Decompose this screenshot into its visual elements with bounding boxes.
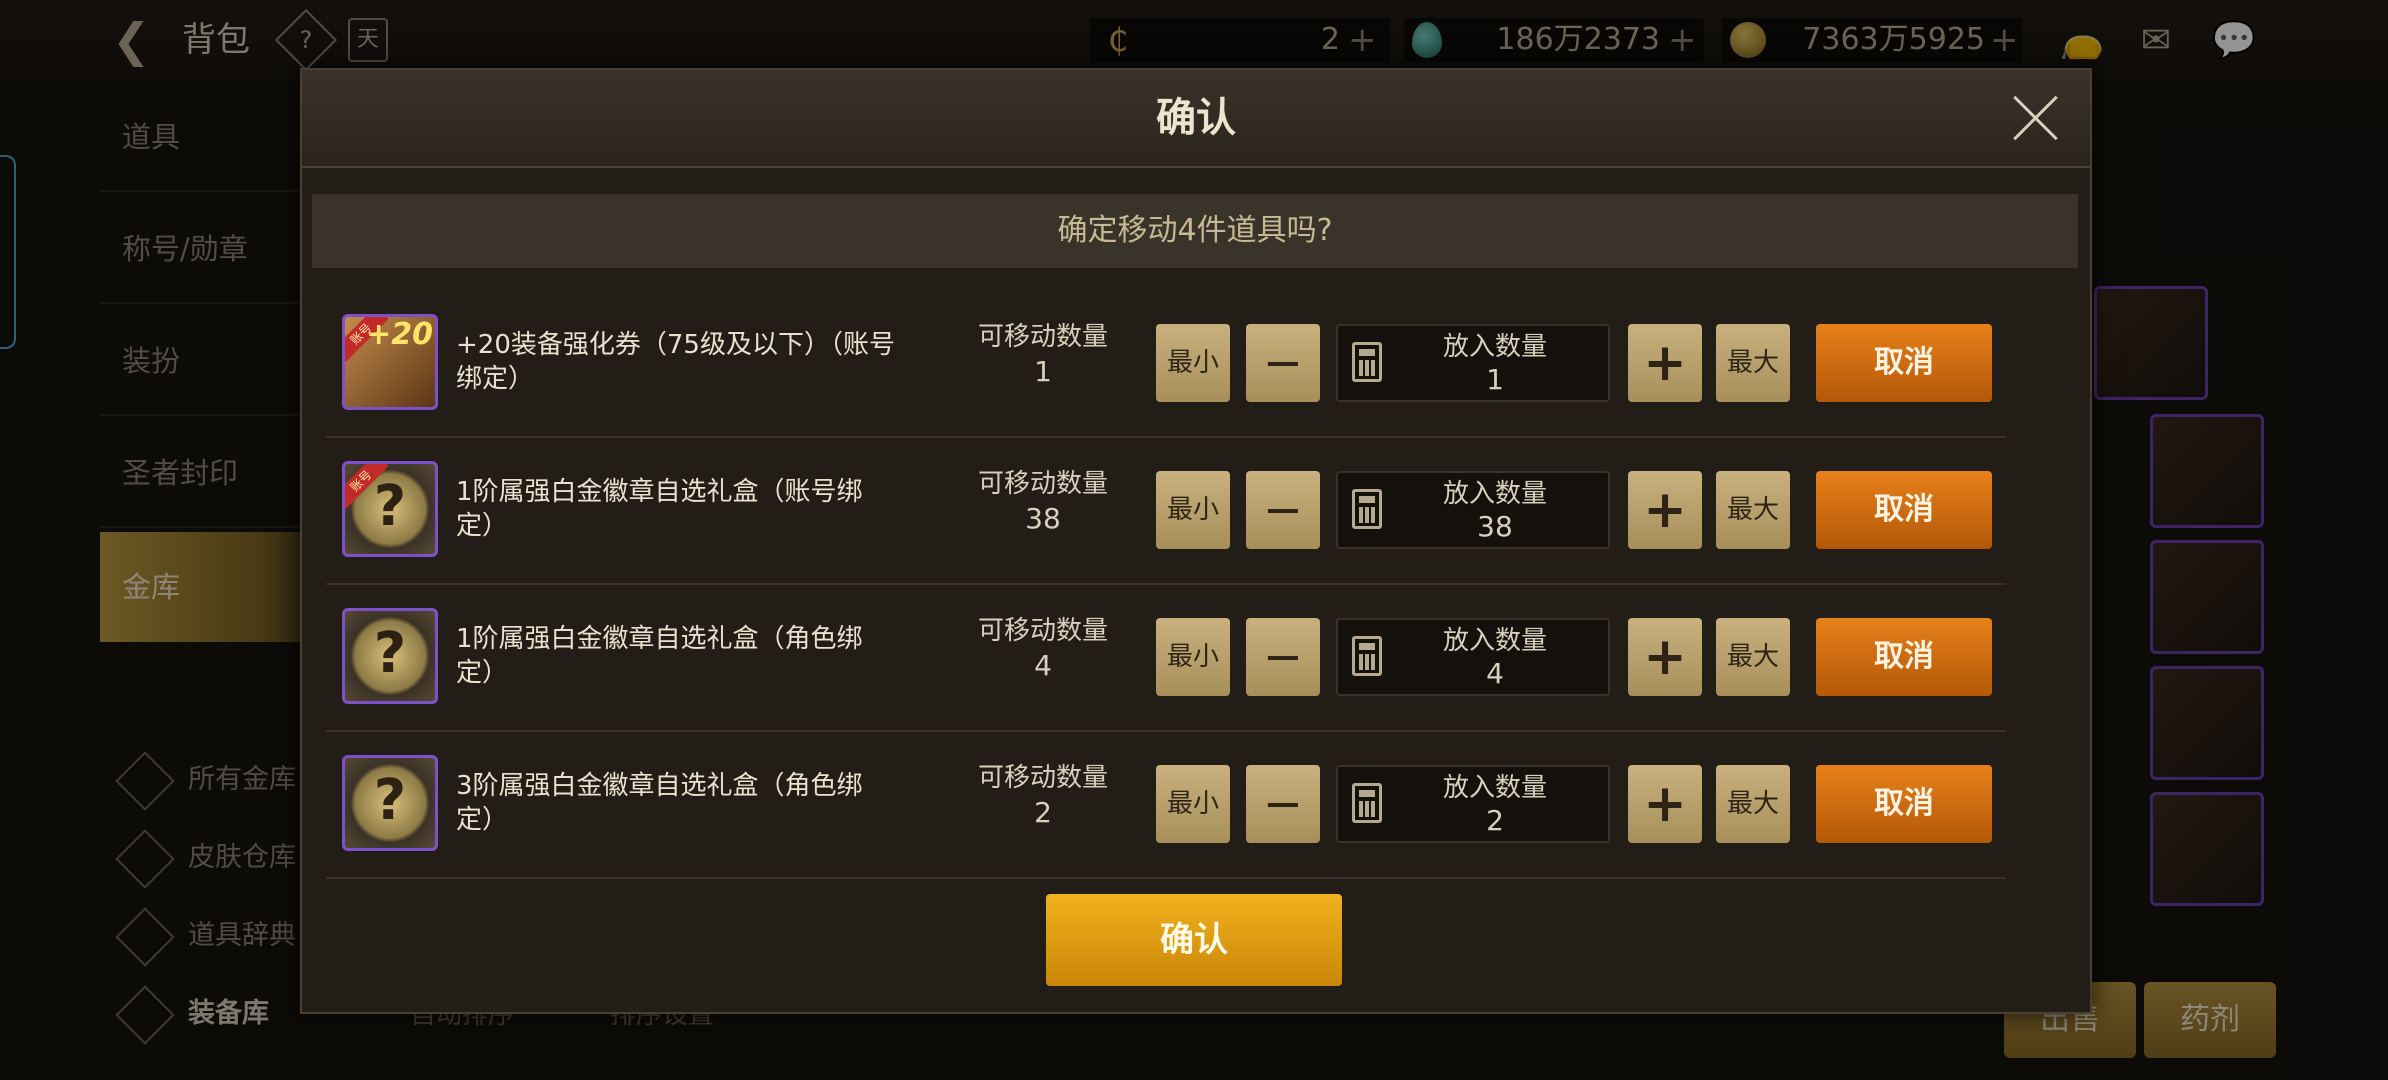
movable-qty-value: 38 <box>1025 502 1061 535</box>
dialog-prompt: 确定移动4件道具吗? <box>312 194 2078 268</box>
movable-qty-label: 可移动数量 <box>977 763 1108 793</box>
cancel-button[interactable]: 取消 <box>1816 765 1992 843</box>
enhance-ticket-icon: 账号 +20 <box>342 314 438 410</box>
badge-box-icon: ? <box>342 755 438 851</box>
calculator-icon[interactable] <box>1352 489 1382 529</box>
calculator-icon[interactable] <box>1352 342 1382 382</box>
put-qty-field[interactable]: 放入数量 1 <box>1336 324 1610 402</box>
item-row: ? 3阶属强白金徽章自选礼盒（角色绑定） 可移动数量 2 最小 − 放入数量 2… <box>326 731 2006 879</box>
put-qty-value: 4 <box>1486 657 1504 690</box>
confirm-button[interactable]: 确认 <box>1046 894 1342 986</box>
item-name: +20装备强化券（75级及以下）（账号绑定） <box>456 330 895 394</box>
plus-icon[interactable]: + <box>1628 618 1702 696</box>
min-button[interactable]: 最小 <box>1156 765 1230 843</box>
close-icon[interactable] <box>2010 92 2062 144</box>
max-button[interactable]: 最大 <box>1716 618 1790 696</box>
minus-icon[interactable]: − <box>1246 618 1320 696</box>
plus-icon[interactable]: + <box>1628 324 1702 402</box>
put-qty-field[interactable]: 放入数量 2 <box>1336 765 1610 843</box>
item-row: 账号 +20 +20装备强化券（75级及以下）（账号绑定） 可移动数量 1 最小… <box>326 290 2006 438</box>
badge-box-icon: ? <box>342 608 438 704</box>
plus-icon[interactable]: + <box>1628 765 1702 843</box>
item-name: 1阶属强白金徽章自选礼盒（角色绑定） <box>456 624 863 688</box>
cancel-button[interactable]: 取消 <box>1816 324 1992 402</box>
put-qty-label: 放入数量 <box>1442 626 1547 656</box>
dialog-title: 确认 <box>1156 95 1236 141</box>
item-row: ? 账号 1阶属强白金徽章自选礼盒（账号绑定） 可移动数量 38 最小 − 放入… <box>326 437 2006 585</box>
minus-icon[interactable]: − <box>1246 471 1320 549</box>
movable-qty-value: 4 <box>1034 649 1052 682</box>
movable-qty-value: 1 <box>1034 355 1052 388</box>
calculator-icon[interactable] <box>1352 783 1382 823</box>
confirm-dialog: 确认 确定移动4件道具吗? 账号 +20 +20装备强化券（75级及以下）（账号… <box>300 68 2092 1014</box>
put-qty-value: 2 <box>1486 804 1504 837</box>
calculator-icon[interactable] <box>1352 636 1382 676</box>
question-mark: ? <box>373 768 407 833</box>
minus-icon[interactable]: − <box>1246 765 1320 843</box>
put-qty-label: 放入数量 <box>1442 773 1547 803</box>
min-button[interactable]: 最小 <box>1156 618 1230 696</box>
item-name: 3阶属强白金徽章自选礼盒（角色绑定） <box>456 771 863 835</box>
cancel-button[interactable]: 取消 <box>1816 471 1992 549</box>
max-button[interactable]: 最大 <box>1716 471 1790 549</box>
movable-qty-label: 可移动数量 <box>977 322 1108 352</box>
put-qty-field[interactable]: 放入数量 4 <box>1336 618 1610 696</box>
item-name: 1阶属强白金徽章自选礼盒（账号绑定） <box>456 477 863 541</box>
plus-icon[interactable]: + <box>1628 471 1702 549</box>
movable-qty-value: 2 <box>1034 796 1052 829</box>
movable-qty-label: 可移动数量 <box>977 469 1108 499</box>
put-qty-label: 放入数量 <box>1442 479 1547 509</box>
plus20-badge: +20 <box>366 317 433 352</box>
cancel-button[interactable]: 取消 <box>1816 618 1992 696</box>
question-mark: ? <box>373 621 407 686</box>
badge-box-icon: ? 账号 <box>342 461 438 557</box>
put-qty-value: 1 <box>1486 363 1504 396</box>
put-qty-label: 放入数量 <box>1442 332 1547 362</box>
max-button[interactable]: 最大 <box>1716 765 1790 843</box>
put-qty-value: 38 <box>1477 510 1513 543</box>
max-button[interactable]: 最大 <box>1716 324 1790 402</box>
min-button[interactable]: 最小 <box>1156 471 1230 549</box>
item-row: ? 1阶属强白金徽章自选礼盒（角色绑定） 可移动数量 4 最小 − 放入数量 4… <box>326 584 2006 732</box>
minus-icon[interactable]: − <box>1246 324 1320 402</box>
put-qty-field[interactable]: 放入数量 38 <box>1336 471 1610 549</box>
movable-qty-label: 可移动数量 <box>977 616 1108 646</box>
min-button[interactable]: 最小 <box>1156 324 1230 402</box>
